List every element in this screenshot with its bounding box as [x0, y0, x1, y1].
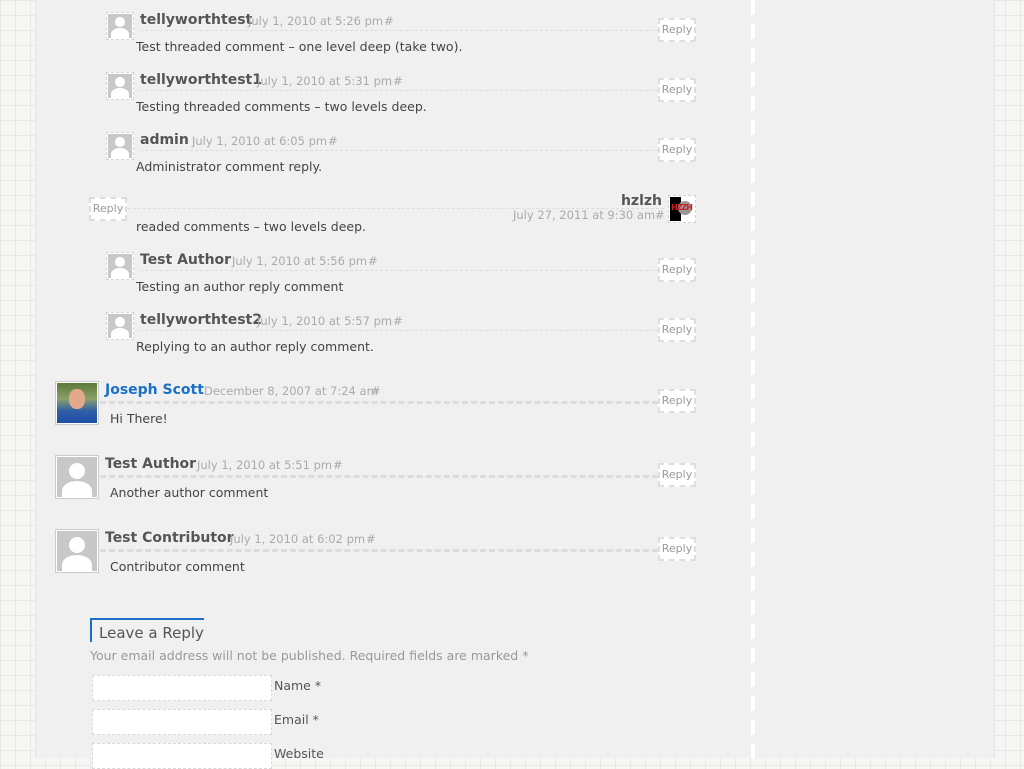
- avatar: [55, 381, 99, 425]
- default-avatar-icon: [57, 531, 97, 571]
- comment-text: Hi There!: [110, 411, 168, 426]
- comment-text: Testing threaded comments – two levels d…: [136, 99, 427, 114]
- comment-date[interactable]: July 1, 2010 at 5:56 pm: [232, 254, 367, 268]
- avatar: [106, 132, 134, 160]
- comment-permalink[interactable]: #: [393, 74, 403, 88]
- default-avatar-icon: [108, 254, 132, 278]
- comment-author[interactable]: hzlzh: [621, 193, 662, 209]
- comment-permalink[interactable]: #: [393, 314, 403, 328]
- comment-date[interactable]: July 1, 2010 at 6:02 pm: [230, 532, 365, 546]
- avatar: [55, 455, 99, 499]
- comment-date[interactable]: July 27, 2011 at 9:30 am: [513, 208, 655, 222]
- comment-permalink[interactable]: #: [368, 254, 378, 268]
- user-photo-icon: [57, 383, 97, 423]
- reply-title: Leave a Reply: [90, 618, 204, 642]
- comment-permalink[interactable]: #: [328, 134, 338, 148]
- column-divider: [751, 0, 755, 758]
- comment-date[interactable]: July 1, 2010 at 5:31 pm: [257, 74, 392, 88]
- comment-permalink[interactable]: #: [371, 384, 381, 398]
- email-label: Email *: [274, 712, 319, 727]
- divider: [140, 330, 658, 331]
- reply-button[interactable]: Reply: [658, 389, 696, 413]
- comment-text: Replying to an author reply comment.: [136, 339, 374, 354]
- reply-button[interactable]: Reply: [658, 18, 696, 42]
- comment-permalink[interactable]: #: [333, 458, 343, 472]
- comment-date[interactable]: July 1, 2010 at 6:05 pm: [192, 134, 327, 148]
- avatar: [106, 12, 134, 40]
- comment-permalink[interactable]: #: [655, 208, 665, 222]
- comment-author[interactable]: tellyworthtest1: [140, 72, 262, 88]
- divider: [140, 150, 658, 151]
- reply-button[interactable]: Reply: [658, 537, 696, 561]
- comment-date[interactable]: December 8, 2007 at 7:24 am: [204, 384, 378, 398]
- comment-author[interactable]: tellyworthtest: [140, 12, 252, 28]
- comment-permalink[interactable]: #: [384, 14, 394, 28]
- required-notes: Your email address will not be published…: [90, 648, 529, 663]
- avatar: [106, 312, 134, 340]
- comment-author[interactable]: Test Contributor: [105, 530, 234, 546]
- divider: [100, 401, 658, 404]
- reply-button[interactable]: Reply: [658, 138, 696, 162]
- default-avatar-icon: [108, 314, 132, 338]
- reply-button[interactable]: Reply: [658, 258, 696, 282]
- reply-button[interactable]: Reply: [89, 197, 127, 221]
- comment-author[interactable]: admin: [140, 132, 189, 148]
- default-avatar-icon: [108, 14, 132, 38]
- reply-button[interactable]: Reply: [658, 318, 696, 342]
- avatar: [106, 252, 134, 280]
- default-avatar-icon: [57, 457, 97, 497]
- comment-author[interactable]: Joseph Scott: [105, 382, 204, 398]
- avatar: [106, 72, 134, 100]
- hzzh-logo-icon: HZZH: [670, 197, 694, 221]
- reply-button[interactable]: Reply: [658, 463, 696, 487]
- comment-text: Administrator comment reply.: [136, 159, 323, 174]
- comment-date[interactable]: July 1, 2010 at 5:26 pm: [248, 14, 383, 28]
- comment-author[interactable]: Test Author: [105, 456, 196, 472]
- comment-permalink[interactable]: #: [366, 532, 376, 546]
- comment-date[interactable]: July 1, 2010 at 5:57 pm: [257, 314, 392, 328]
- avatar: HZZH: [668, 195, 696, 223]
- divider: [140, 30, 658, 31]
- website-input[interactable]: [92, 743, 272, 769]
- name-input[interactable]: [92, 675, 272, 701]
- comment-text: Another author comment: [110, 485, 269, 500]
- divider: [140, 90, 658, 91]
- avatar: [55, 529, 99, 573]
- comment-text: Contributor comment: [110, 559, 245, 574]
- email-input[interactable]: [92, 709, 272, 735]
- comment-text: Testing an author reply comment: [136, 279, 344, 294]
- comment-author[interactable]: tellyworthtest2: [140, 312, 262, 328]
- comment-author[interactable]: Test Author: [140, 252, 231, 268]
- comment-text: readed comments – two levels deep.: [136, 219, 367, 234]
- reply-button[interactable]: Reply: [658, 78, 696, 102]
- website-label: Website: [274, 746, 324, 761]
- comment-date[interactable]: July 1, 2010 at 5:51 pm: [197, 458, 332, 472]
- default-avatar-icon: [108, 74, 132, 98]
- default-avatar-icon: [108, 134, 132, 158]
- comment-text: Test threaded comment – one level deep (…: [136, 39, 463, 54]
- divider: [100, 549, 658, 552]
- divider: [140, 270, 658, 271]
- name-label: Name *: [274, 678, 322, 693]
- divider: [100, 475, 658, 478]
